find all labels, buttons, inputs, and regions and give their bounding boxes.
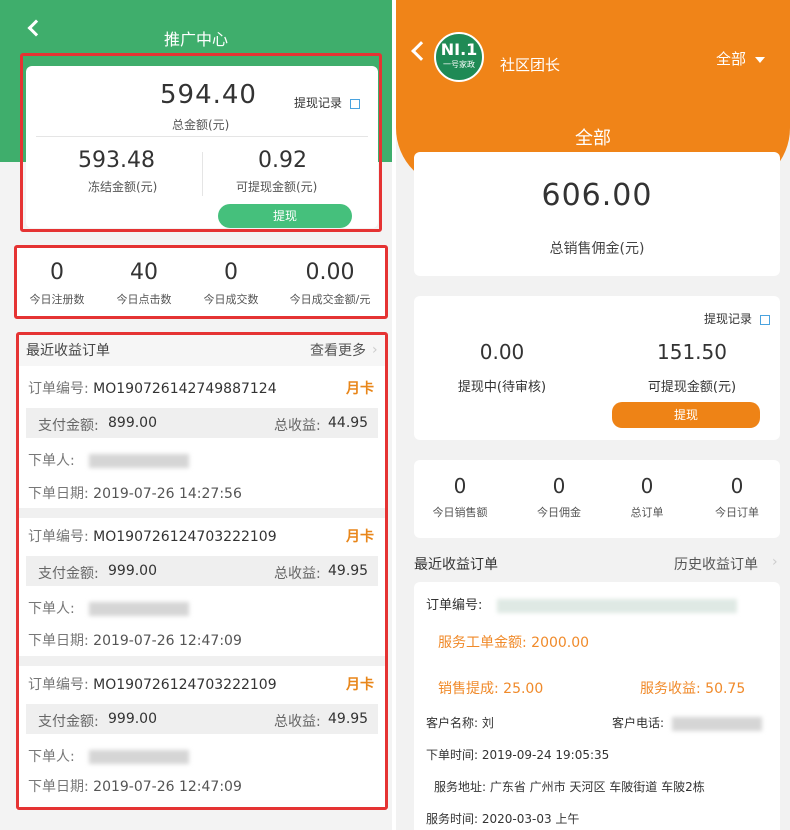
logo-mark: NI.1: [440, 40, 478, 59]
order-no-redacted: [496, 598, 737, 613]
order-no-row: 订单编号:: [426, 594, 737, 613]
pending-label: 提现中(待审核): [457, 380, 547, 395]
today-stats: 0 今日销售额 0 今日佣金 0 总订单 0 今日订单: [414, 460, 780, 538]
available-label: 可提现金额(元): [647, 380, 737, 395]
withdraw-record-link[interactable]: 提现记录: [704, 310, 770, 327]
available-amount: 151.50: [657, 340, 727, 364]
orders-title: 最近收益订单: [414, 557, 498, 573]
caret-down-icon: [754, 56, 765, 63]
left-panel: 推广中心 594.40 总金额(元) 提现记录 593.48 冻结金额(元) 0…: [0, 0, 392, 830]
service-time: 服务时间: 2020-03-03 上午: [426, 812, 580, 826]
withdraw-button[interactable]: 提现: [612, 402, 760, 428]
history-orders-link[interactable]: 历史收益订单: [674, 554, 758, 574]
highlight-box-orders: [16, 332, 388, 810]
withdraw-record-label: 提现记录: [704, 312, 753, 326]
stat-commission: 0 今日佣金: [516, 474, 602, 520]
customer-phone-row: 客户电话:: [612, 714, 762, 731]
stat-total-orders: 0 总订单: [604, 474, 690, 520]
stat-today-orders: 0 今日订单: [694, 474, 780, 520]
stat-value: 0: [552, 474, 566, 498]
section-title: 全部: [575, 128, 611, 149]
filter-dropdown[interactable]: 全部: [716, 48, 765, 69]
header-title: 社区团长: [500, 56, 561, 74]
pending-amount: 0.00: [479, 340, 525, 364]
brand-logo: NI.1 一号家政: [434, 32, 484, 82]
stat-label: 总订单: [630, 506, 664, 519]
filter-value: 全部: [716, 50, 747, 68]
chevron-right-icon: ›: [772, 554, 778, 570]
sales-commission: 销售提成: 25.00: [438, 681, 544, 697]
order-card[interactable]: 订单编号: 服务工单金额: 2000.00 销售提成: 25.00 服务收益: …: [414, 582, 780, 830]
stat-value: 0: [730, 474, 744, 498]
back-icon[interactable]: [411, 41, 431, 61]
order-no-label: 订单编号:: [426, 598, 483, 613]
list-icon: [759, 314, 770, 325]
commission-card: 606.00 总销售佣金(元): [414, 152, 780, 276]
order-time: 下单时间: 2019-09-24 19:05:35: [426, 748, 610, 762]
stat-label: 今日佣金: [537, 506, 581, 519]
service-income: 服务收益: 50.75: [640, 681, 746, 697]
commission-total: 606.00: [541, 178, 653, 213]
page-title: 推广中心: [163, 30, 228, 49]
customer-name: 客户名称: 刘: [426, 716, 494, 730]
stat-label: 今日销售额: [432, 506, 488, 519]
phone-redacted: [671, 716, 762, 731]
right-panel: NI.1 一号家政 社区团长 全部 全部 606.00 总销售佣金(元) 提现记…: [396, 0, 790, 830]
phone-label: 客户电话:: [612, 716, 665, 730]
service-amount: 服务工单金额: 2000.00: [438, 635, 590, 651]
logo-sub: 一号家政: [443, 60, 475, 69]
highlight-box-stats: [14, 245, 388, 319]
commission-label: 总销售佣金(元): [549, 241, 645, 257]
stat-value: 0: [453, 474, 467, 498]
stat-sales: 0 今日销售额: [414, 474, 506, 520]
stat-label: 今日订单: [715, 506, 759, 519]
service-address: 服务地址: 广东省 广州市 天河区 车陂街道 车陂2栋: [434, 780, 705, 794]
stat-value: 0: [640, 474, 654, 498]
orders-header: 最近收益订单 历史收益订单 ›: [396, 550, 790, 578]
highlight-box-balance: [20, 53, 382, 232]
